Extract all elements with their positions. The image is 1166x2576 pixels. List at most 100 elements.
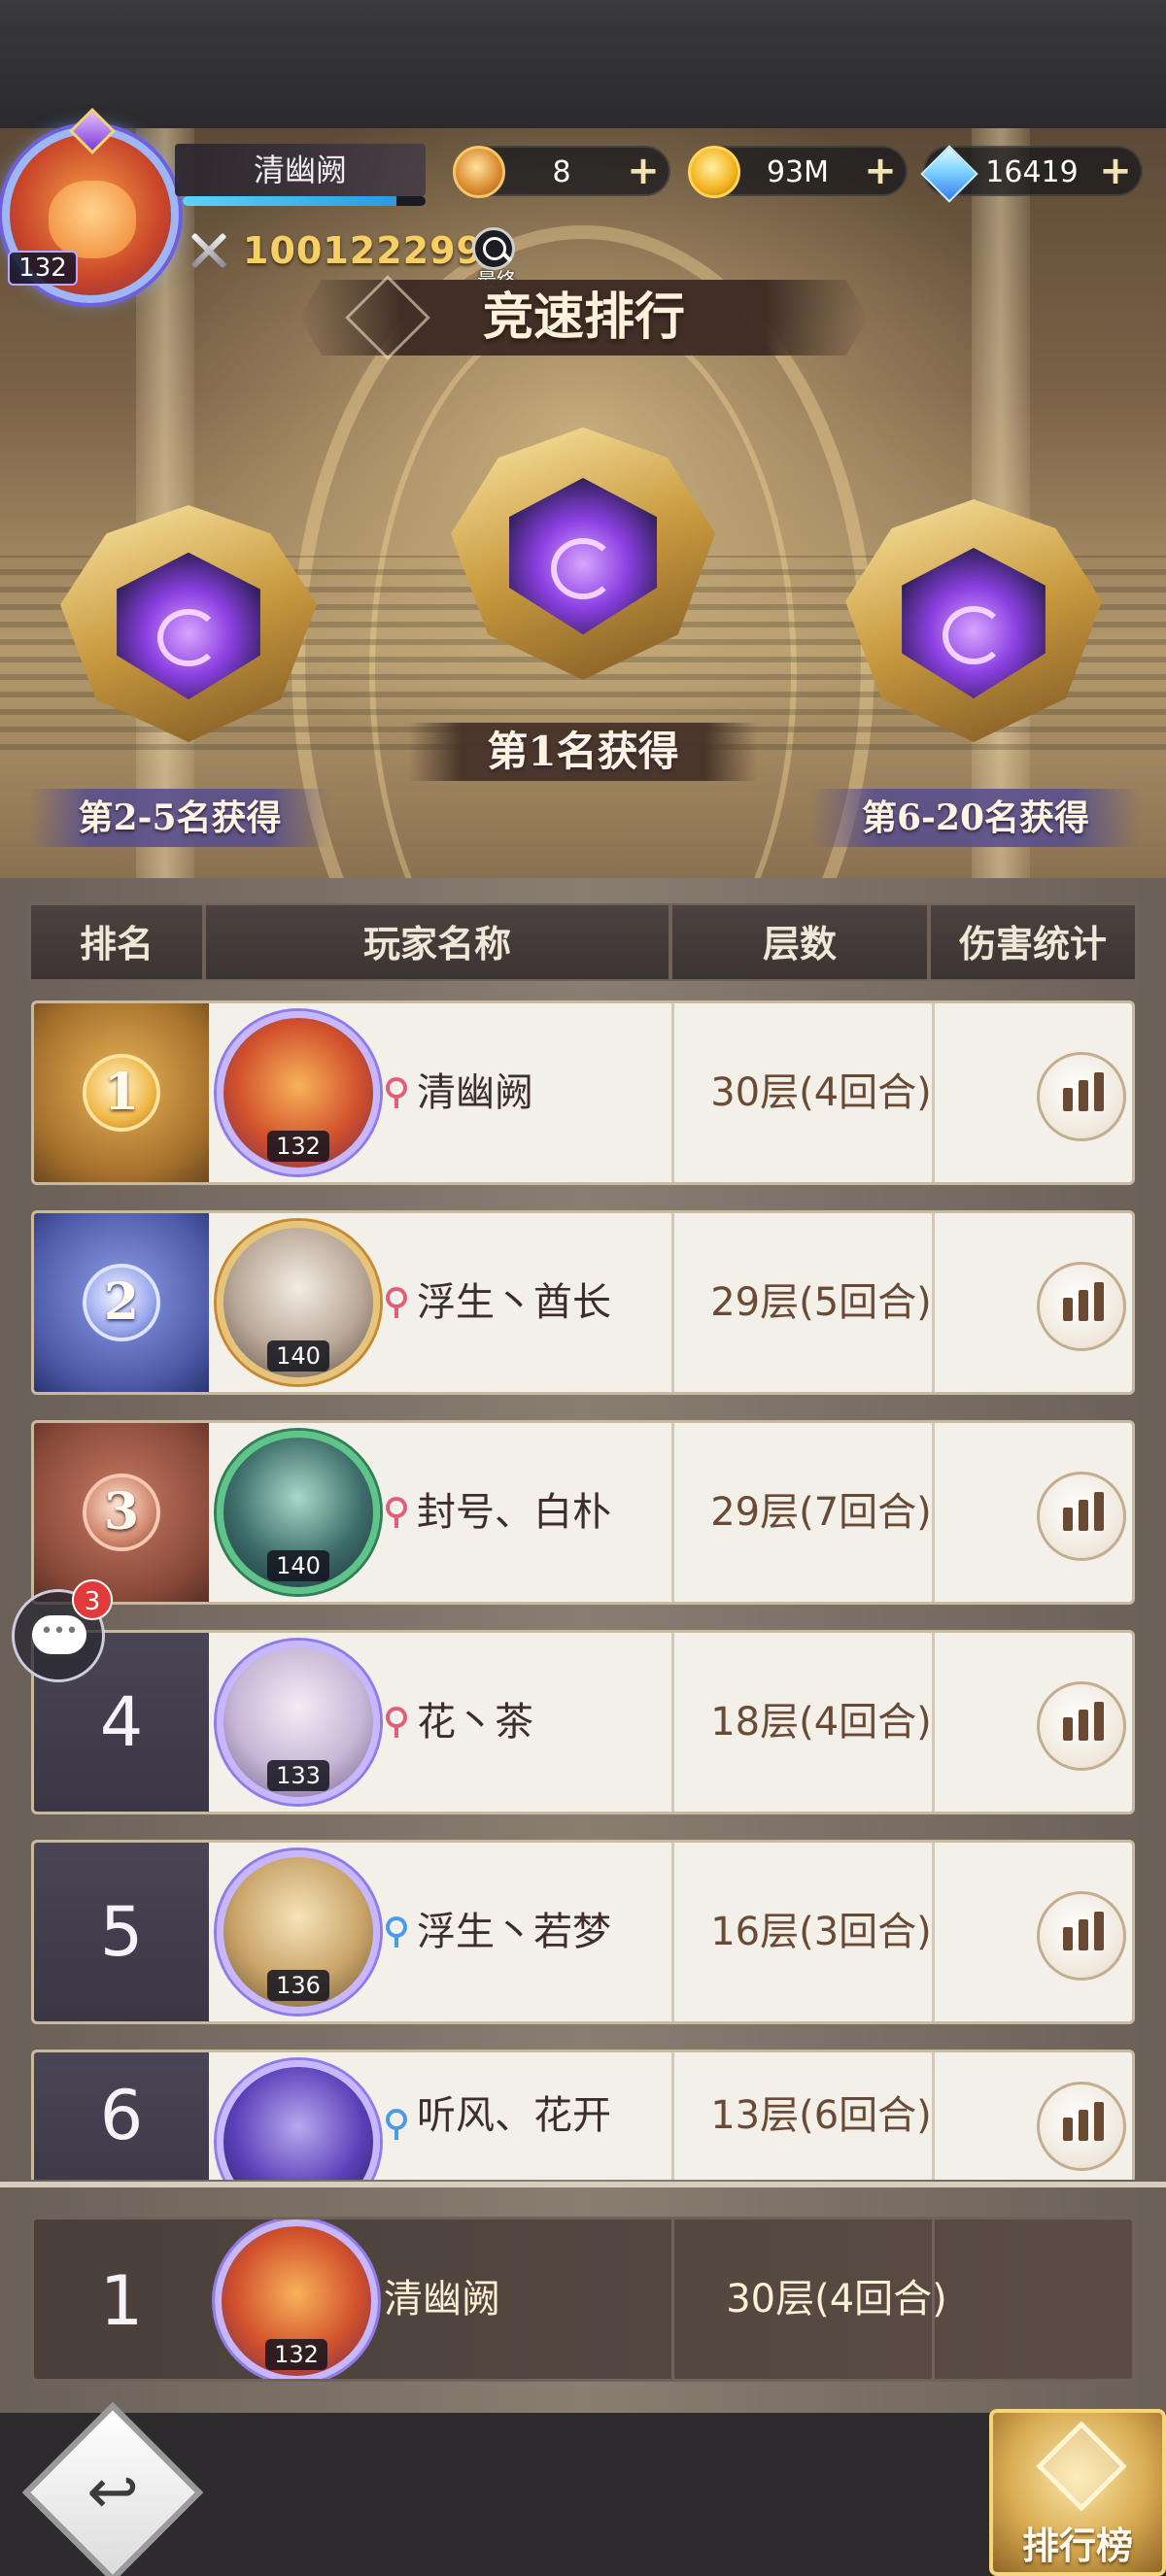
table-row[interactable]: 3 140 封号、白朴 29层(7回合) <box>31 1420 1135 1605</box>
rank-cell: 6 <box>34 2052 209 2180</box>
reward-label-6-20: 第6-20名获得 <box>810 789 1141 847</box>
avatar-level: 133 <box>267 1760 329 1791</box>
avatar[interactable]: 140 <box>217 1221 380 1384</box>
token-icon <box>453 146 505 198</box>
swirl-icon <box>157 609 220 666</box>
divider <box>671 1633 674 1812</box>
table-row[interactable]: 4 133 花丶茶 18层(4回合) <box>31 1630 1135 1814</box>
avatar[interactable]: 133 <box>217 1641 380 1804</box>
divider <box>671 1423 674 1602</box>
bar-chart-icon-bar <box>1094 1282 1104 1321</box>
divider <box>932 1633 935 1812</box>
bar-chart-icon-bar <box>1079 1290 1088 1321</box>
bar-chart-icon-bar <box>1079 1500 1088 1531</box>
bar-chart-icon <box>1063 1717 1073 1741</box>
rank-2-badge-icon: 2 <box>83 1264 160 1341</box>
rank-number: 6 <box>99 2076 144 2155</box>
divider <box>932 1213 935 1392</box>
damage-stats-button[interactable] <box>1037 1472 1126 1561</box>
floors-value: 29层(5回合) <box>710 1280 932 1325</box>
rank-3-badge-icon: 3 <box>83 1474 160 1551</box>
bar-chart-icon <box>1063 1927 1073 1950</box>
my-rank-row: 1 132 清幽阙 30层(4回合) <box>31 2217 1135 2382</box>
female-icon <box>386 1707 407 1740</box>
table-row[interactable]: 6 听风、花开 13层(6回合) <box>31 2050 1135 2180</box>
player-name: 封号、白朴 <box>417 1490 611 1535</box>
resource-token: 8 + <box>453 146 670 198</box>
add-token-button[interactable]: + <box>624 152 663 191</box>
bar-chart-icon-bar <box>1079 1080 1088 1111</box>
damage-stats-button[interactable] <box>1037 1262 1126 1351</box>
header-rank: 排名 <box>29 903 204 981</box>
table-row[interactable]: 1 132 清幽阙 30层(4回合) <box>31 1000 1135 1185</box>
player-name: 听风、花开 <box>417 2093 611 2138</box>
table-row[interactable]: 2 140 浮生丶酋长 29层(5回合) <box>31 1210 1135 1395</box>
bar-chart-icon-bar <box>1079 1919 1088 1950</box>
avatar-level: 140 <box>267 1340 329 1372</box>
my-player-name: 清幽阙 <box>384 2277 500 2322</box>
divider <box>671 1003 674 1182</box>
reward-medal-6-20[interactable] <box>845 499 1102 742</box>
resource-gold: 93M + <box>688 146 908 198</box>
power-value: 100122299 <box>243 229 483 272</box>
avatar[interactable]: 132 <box>217 1011 380 1174</box>
add-gold-button[interactable]: + <box>861 152 900 191</box>
leaderboard-emblem-icon <box>1036 2421 1127 2512</box>
damage-stats-button[interactable] <box>1037 1052 1126 1141</box>
bar-chart-icon-bar <box>1094 1072 1104 1111</box>
floors-value: 29层(7回合) <box>710 1490 932 1535</box>
bar-chart-icon-bar <box>1094 1492 1104 1531</box>
rank-cell: 2 <box>34 1213 209 1392</box>
add-diamond-button[interactable]: + <box>1096 152 1135 191</box>
player-name: 浮生丶酋长 <box>417 1280 611 1325</box>
diamond-icon <box>921 146 974 198</box>
reward-medal-2-5[interactable] <box>60 505 317 742</box>
gold-value: 93M <box>766 155 830 189</box>
avatar-level: 132 <box>265 2339 327 2370</box>
bar-chart-icon-bar <box>1094 1702 1104 1741</box>
reward-medal-1[interactable] <box>451 427 715 680</box>
floors-value: 16层(3回合) <box>710 1910 932 1954</box>
damage-stats-button[interactable] <box>1037 2082 1126 2171</box>
player-name: 清幽阙 <box>417 1070 533 1115</box>
avatar-portrait <box>49 181 136 258</box>
bar-chart-icon <box>1063 1088 1073 1111</box>
crossed-swords-icon <box>187 228 231 273</box>
gold-coin-icon <box>688 146 740 198</box>
table-row[interactable]: 5 136 浮生丶若梦 16层(3回合) <box>31 1840 1135 2024</box>
page-title: 竞速排行 <box>482 288 685 347</box>
avatar[interactable]: 136 <box>217 1850 380 2014</box>
floors-value: 30层(4回合) <box>710 1070 932 1115</box>
bar-chart-icon-bar <box>1094 1912 1104 1950</box>
bar-chart-icon-bar <box>1094 2102 1104 2141</box>
ranking-list[interactable]: 1 132 清幽阙 30层(4回合) 2 140 浮生丶酋长 29层(5回合) <box>0 995 1166 2180</box>
reward-label-1: 第1名获得 <box>408 723 758 781</box>
damage-stats-button[interactable] <box>1037 1681 1126 1771</box>
divider <box>932 2220 935 2379</box>
avatar-level: 132 <box>267 1131 329 1162</box>
list-separator <box>0 2182 1166 2187</box>
divider <box>671 2052 674 2180</box>
female-icon <box>386 1497 407 1530</box>
bar-chart-icon-bar <box>1079 2110 1088 2141</box>
rank-cell: 3 <box>34 1423 209 1602</box>
female-icon <box>386 1077 407 1110</box>
avatar[interactable] <box>217 2060 380 2180</box>
rank-cell: 5 <box>34 1843 209 2021</box>
floors-value: 18层(4回合) <box>710 1700 932 1745</box>
divider <box>671 1213 674 1392</box>
rank-number: 5 <box>99 1892 144 1972</box>
divider <box>932 2052 935 2180</box>
avatar[interactable]: 132 <box>215 2220 378 2379</box>
divider <box>671 1843 674 2021</box>
damage-stats-button[interactable] <box>1037 1891 1126 1981</box>
bar-chart-icon <box>1063 2118 1073 2141</box>
avatar-level: 136 <box>267 1970 329 2001</box>
avatar[interactable]: 140 <box>217 1431 380 1594</box>
divider <box>932 1003 935 1182</box>
xp-bar-fill <box>183 196 396 206</box>
header-floors: 层数 <box>670 903 929 981</box>
reward-label-2-5: 第2-5名获得 <box>29 789 330 847</box>
divider <box>932 1423 935 1602</box>
player-name: 花丶茶 <box>417 1700 533 1745</box>
